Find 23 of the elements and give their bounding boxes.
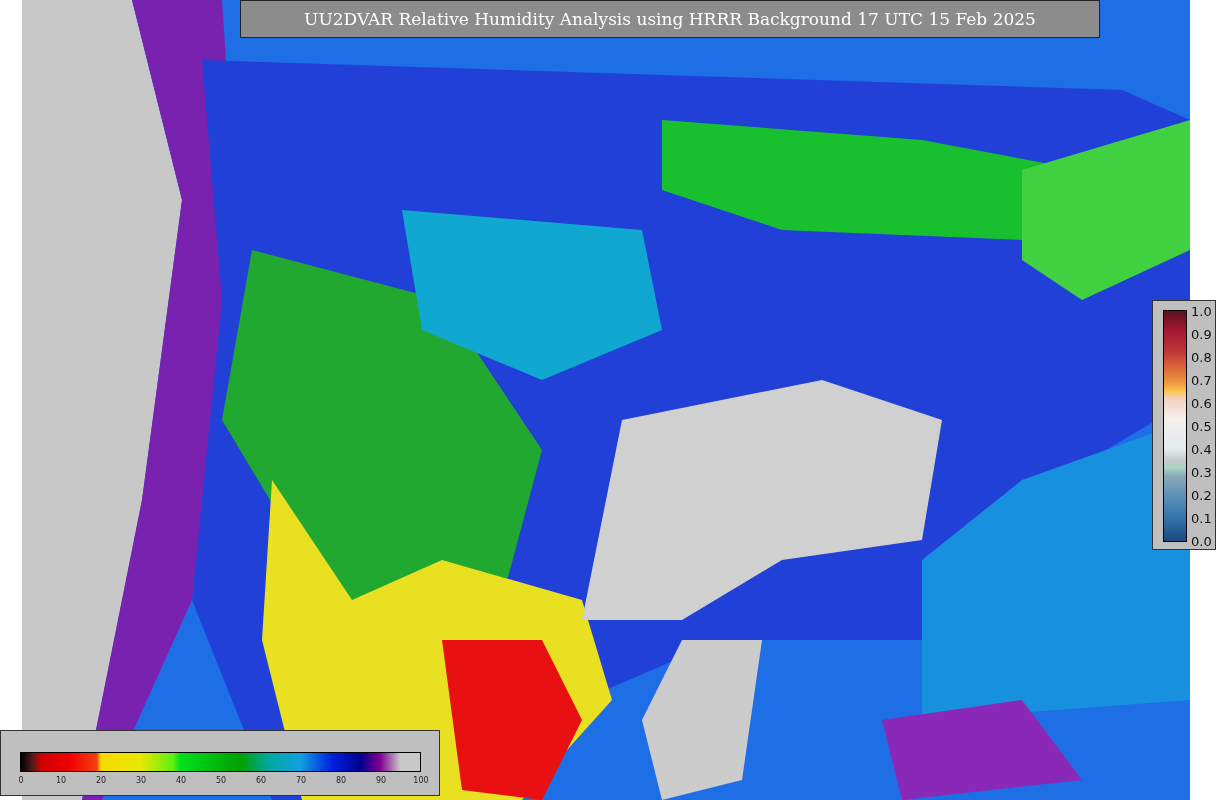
tick-label: 20: [95, 776, 107, 785]
tick-label: 0.4: [1191, 441, 1212, 457]
tick-label: 100: [413, 776, 429, 785]
tick-label: 0.3: [1191, 464, 1212, 480]
tick-label: 0.6: [1191, 395, 1212, 411]
tick-label: 10: [55, 776, 67, 785]
tick-label: 0: [18, 776, 24, 785]
tick-label: 0.0: [1191, 533, 1212, 549]
chart-title: UU2DVAR Relative Humidity Analysis using HRRR Background 17 UTC 15 Feb 2025: [240, 0, 1100, 38]
tick-label: 0.2: [1191, 487, 1212, 503]
tick-label: 0.5: [1191, 418, 1212, 434]
tick-label: 0.8: [1191, 349, 1212, 365]
tick-label: 80: [335, 776, 347, 785]
tick-label: 0.9: [1191, 326, 1212, 342]
tick-label: 90: [375, 776, 387, 785]
tick-label: 40: [175, 776, 187, 785]
tick-label: 50: [215, 776, 227, 785]
tick-label: 70: [295, 776, 307, 785]
tick-label: 0.7: [1191, 372, 1212, 388]
tick-label: 1.0: [1191, 303, 1212, 319]
tick-label: 30: [135, 776, 147, 785]
tick-label: 0.1: [1191, 510, 1212, 526]
tick-label: 60: [255, 776, 267, 785]
